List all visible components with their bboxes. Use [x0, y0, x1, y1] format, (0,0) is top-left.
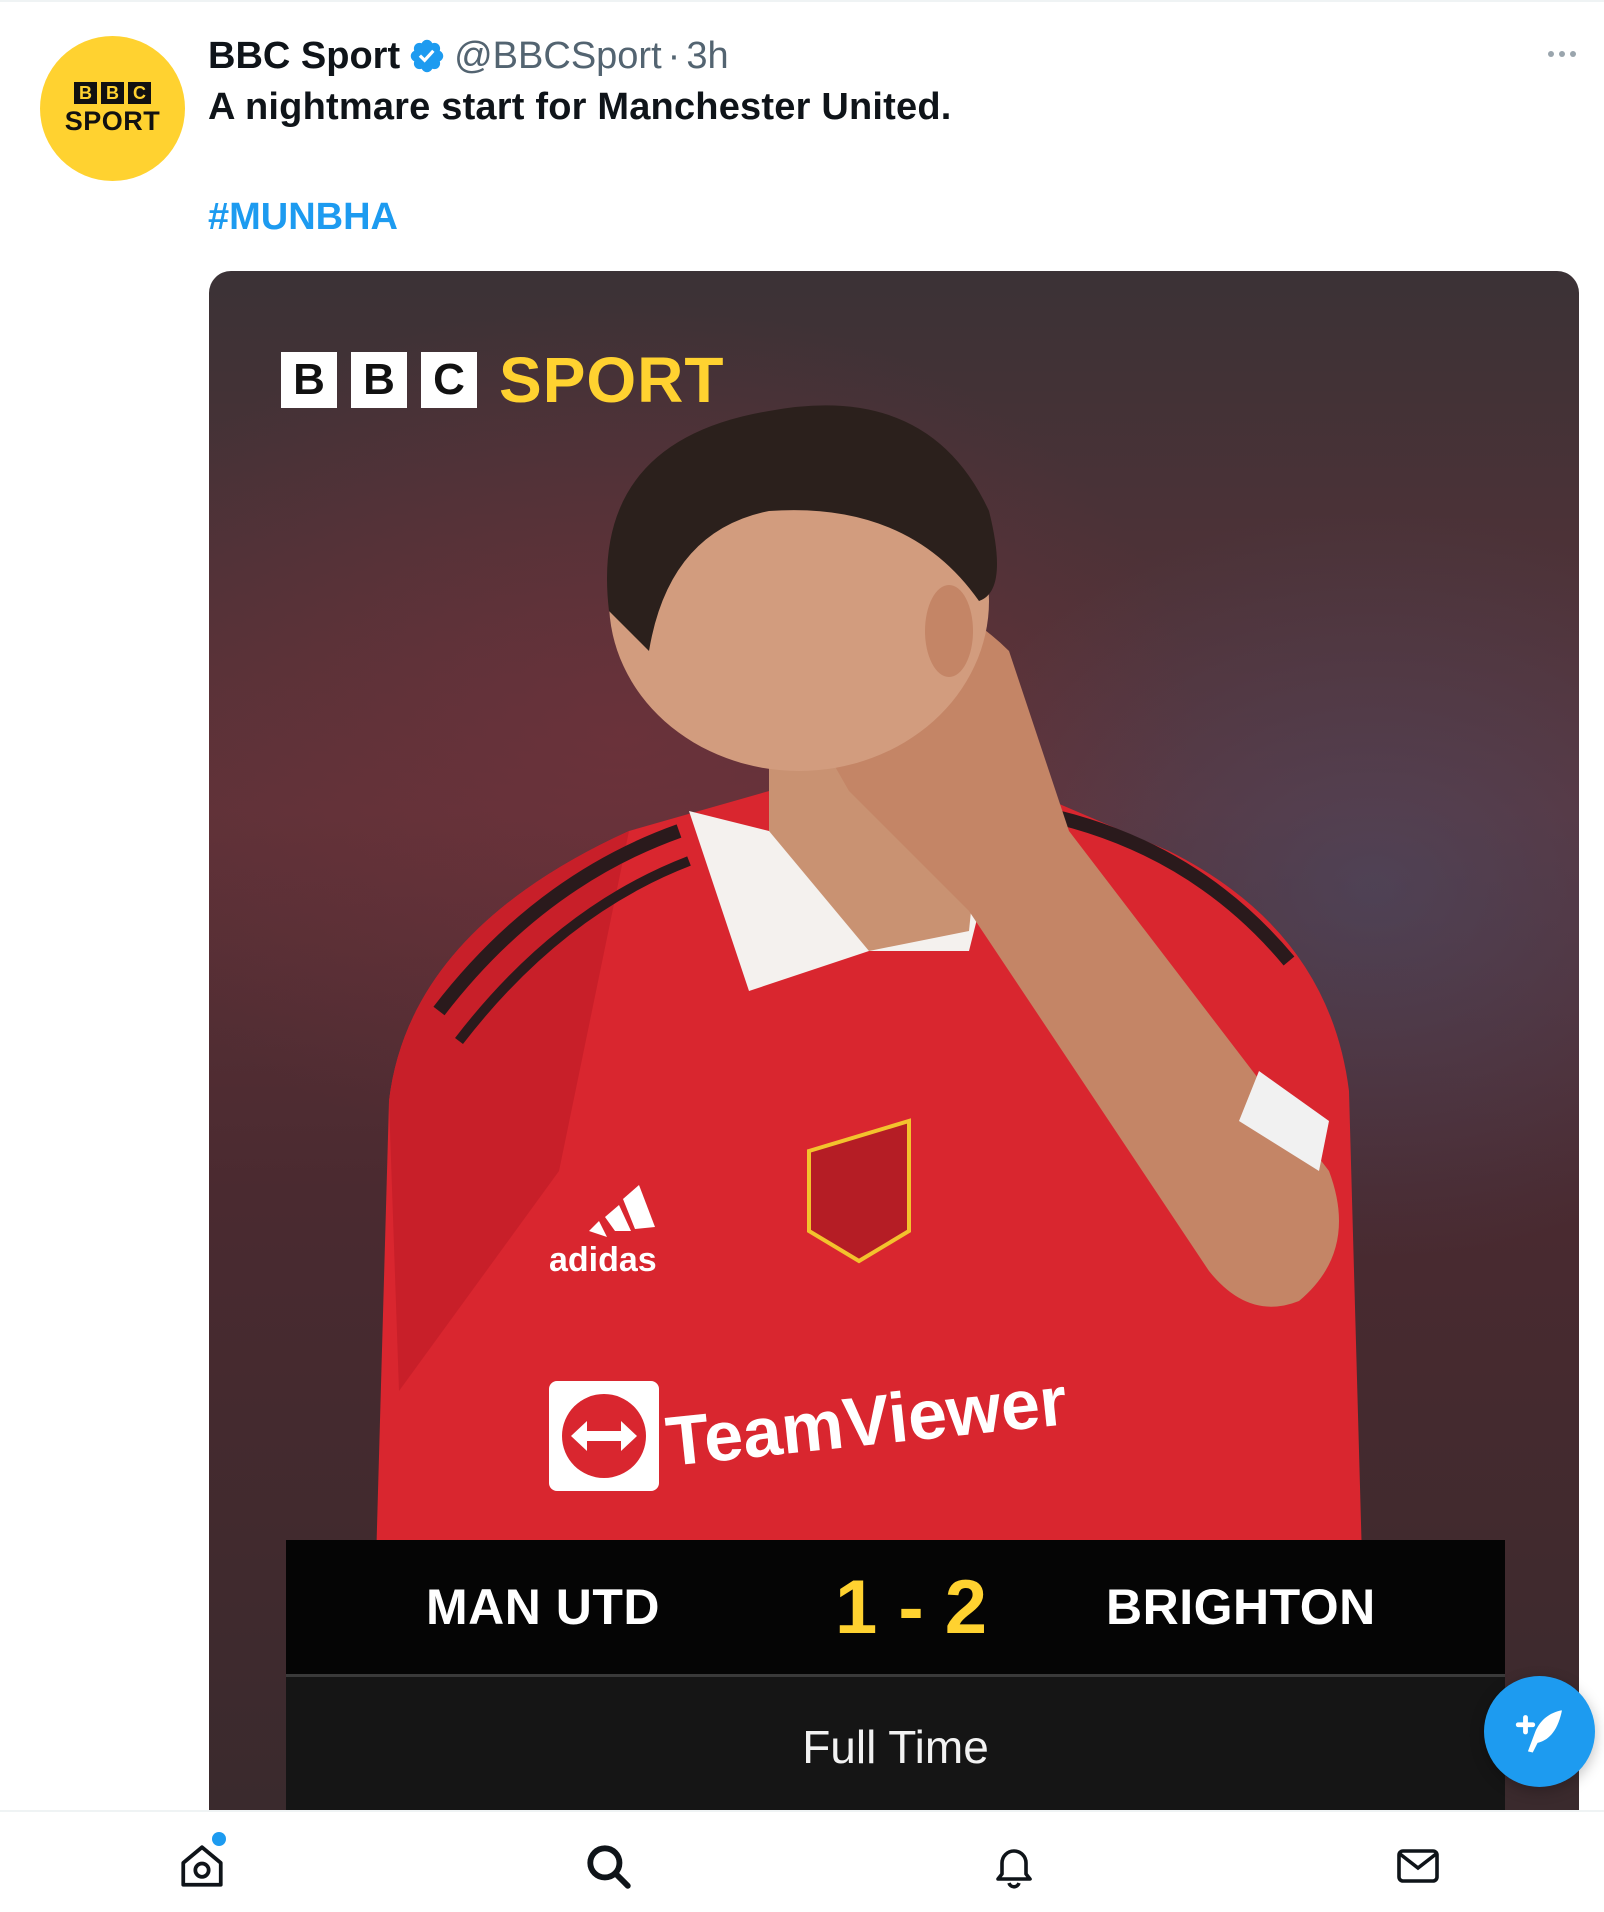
more-horizontal-icon: [1548, 51, 1554, 57]
avatar-bbc-blocks: B B C: [74, 82, 151, 104]
more-options-button[interactable]: [1540, 36, 1584, 72]
logo-block: C: [421, 352, 477, 408]
avatar[interactable]: B B C SPORT: [40, 36, 185, 181]
separator-dot: ·: [667, 34, 681, 77]
hashtag-link[interactable]: #MUNBHA: [208, 196, 398, 239]
mail-icon: [1397, 1849, 1439, 1883]
avatar-word: SPORT: [64, 106, 161, 136]
avatar-block: B: [74, 82, 97, 104]
verified-badge-icon: [410, 39, 444, 73]
tweet-header: BBC Sport @BBCSport · 3h: [208, 30, 729, 82]
compose-feather-icon: [1515, 1709, 1562, 1753]
tweet-media-image[interactable]: adidas TeamViewer B B C SPORT MAN UTD 1 …: [209, 271, 1579, 1811]
author-handle[interactable]: @BBCSport: [454, 35, 662, 78]
nav-home-button[interactable]: [172, 1832, 232, 1896]
tweet-text: A nightmare start for Manchester United.: [208, 86, 952, 128]
bbc-sport-logo: B B C SPORT: [281, 343, 724, 417]
search-icon: [587, 1845, 631, 1889]
match-status-bar: Full Time: [286, 1677, 1505, 1811]
author-name[interactable]: BBC Sport: [208, 35, 400, 78]
tweet-timestamp[interactable]: 3h: [686, 35, 728, 78]
logo-block: B: [281, 352, 337, 408]
logo-block: B: [351, 352, 407, 408]
away-team: BRIGHTON: [1106, 1579, 1376, 1635]
avatar-block: C: [128, 82, 151, 104]
scoreboard: MAN UTD 1 - 2 BRIGHTON: [286, 1540, 1505, 1674]
bottom-navigation: [0, 1810, 1604, 1912]
match-score: 1 - 2: [834, 1564, 988, 1650]
bell-icon: [996, 1849, 1032, 1889]
home-icon: [181, 1845, 223, 1887]
top-divider: [0, 0, 1604, 2]
avatar-block: B: [101, 82, 124, 104]
compose-button[interactable]: [1484, 1676, 1595, 1787]
new-posts-indicator: [212, 1832, 226, 1846]
nav-notifications-button[interactable]: [984, 1836, 1044, 1896]
nav-messages-button[interactable]: [1388, 1836, 1448, 1896]
logo-word: SPORT: [499, 344, 725, 416]
nav-search-button[interactable]: [578, 1836, 638, 1896]
svg-text:adidas: adidas: [549, 1241, 657, 1279]
match-status: Full Time: [802, 1721, 989, 1773]
home-team: MAN UTD: [426, 1579, 661, 1635]
